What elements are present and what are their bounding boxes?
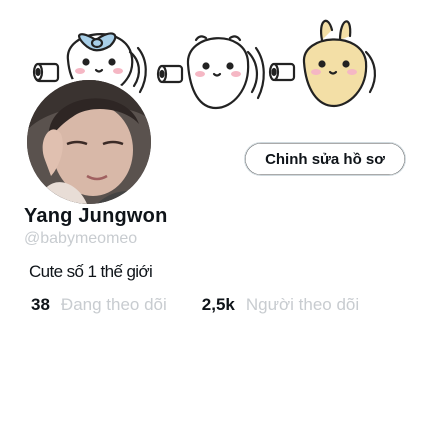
banner-character-usagi [268, 19, 376, 108]
followers-count: 2,5k [201, 295, 235, 314]
following-link[interactable]: 38 Đang theo dõi [31, 295, 167, 315]
followers-link[interactable]: 2,5k Người theo dõi [202, 295, 359, 315]
avatar[interactable] [24, 77, 154, 207]
following-label: Đang theo dõi [60, 295, 167, 314]
following-count: 38 [31, 295, 50, 314]
user-handle: @babymeomeo [24, 230, 138, 247]
display-name: Yang Jungwon [24, 205, 168, 227]
banner-character-chiikawa [156, 35, 265, 110]
profile-bio: Cute số 1 thế giới [29, 262, 153, 281]
profile-stats: 38 Đang theo dõi 2,5k Người theo dõi [31, 295, 359, 315]
edit-profile-button[interactable]: Chinh sửa hồ sơ [244, 142, 406, 176]
followers-label: Người theo dõi [245, 295, 360, 314]
